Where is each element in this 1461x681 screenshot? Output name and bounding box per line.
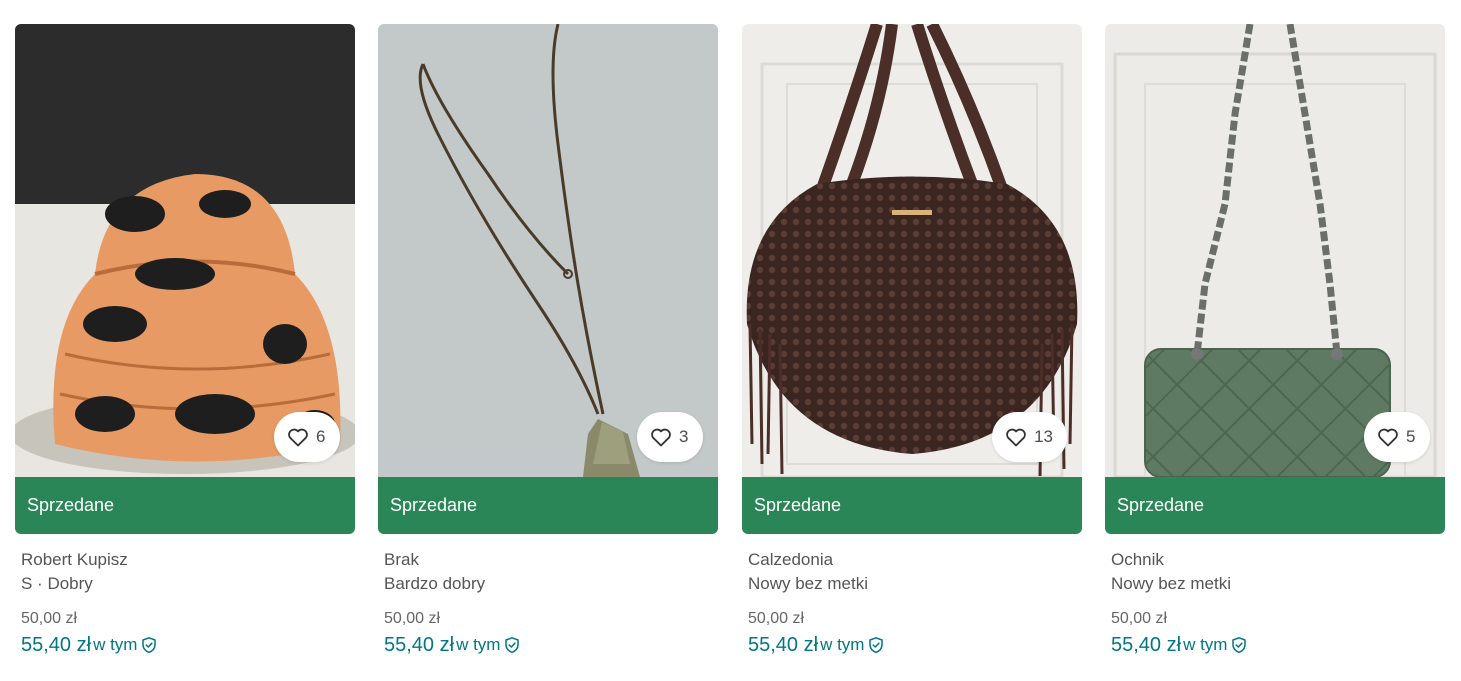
- included-label: w tym: [93, 635, 138, 654]
- shield-check-icon[interactable]: [140, 636, 158, 654]
- item-photo[interactable]: [15, 24, 355, 477]
- bucket-hat-photo: [15, 24, 355, 477]
- item-grid: 6 Sprzedane Robert Kupisz S · Dobry 50,0…: [15, 24, 1446, 664]
- heart-icon: [288, 428, 308, 447]
- necklace-photo: [378, 24, 718, 477]
- macrame-bag-photo: [742, 24, 1082, 477]
- item-details: Bardzo dobry: [384, 574, 486, 593]
- item-card[interactable]: 6 Sprzedane Robert Kupisz S · Dobry 50,0…: [15, 24, 355, 664]
- item-media: 3 Sprzedane: [378, 24, 718, 534]
- included-label: w tym: [820, 635, 865, 654]
- item-brand[interactable]: Calzedonia: [748, 548, 1076, 572]
- heart-icon: [1378, 428, 1398, 447]
- item-brand[interactable]: Brak: [384, 548, 712, 572]
- included-label: w tym: [1183, 635, 1228, 654]
- favourite-count: 5: [1406, 427, 1416, 446]
- shield-check-icon[interactable]: [867, 636, 885, 654]
- item-card[interactable]: 5 Sprzedane Ochnik Nowy bez metki 50,00 …: [1105, 24, 1445, 664]
- item-info: Brak Bardzo dobry 50,00 zł 55,40 zł w ty…: [378, 534, 718, 660]
- item-photo[interactable]: [742, 24, 1082, 477]
- sold-status-bar: Sprzedane: [15, 477, 355, 534]
- total-price: 55,40 zł: [1111, 633, 1182, 656]
- item-card[interactable]: 3 Sprzedane Brak Bardzo dobry 50,00 zł 5…: [378, 24, 718, 664]
- item-photo[interactable]: [1105, 24, 1445, 477]
- item-details: Nowy bez metki: [1111, 574, 1231, 593]
- heart-icon: [651, 428, 671, 447]
- item-media: 13 Sprzedane: [742, 24, 1082, 534]
- item-details: Nowy bez metki: [748, 574, 868, 593]
- favourite-button[interactable]: 6: [274, 412, 340, 462]
- total-price-row[interactable]: 55,40 zł w tym: [384, 630, 712, 660]
- item-info: Robert Kupisz S · Dobry 50,00 zł 55,40 z…: [15, 534, 355, 660]
- total-price: 55,40 zł: [384, 633, 455, 656]
- sold-status-bar: Sprzedane: [1105, 477, 1445, 534]
- item-brand[interactable]: Ochnik: [1111, 548, 1439, 572]
- item-price: 50,00 zł: [748, 610, 805, 627]
- item-card[interactable]: 13 Sprzedane Calzedonia Nowy bez metki 5…: [742, 24, 1082, 664]
- favourite-count: 3: [679, 427, 689, 446]
- favourite-count: 6: [316, 427, 326, 446]
- item-brand[interactable]: Robert Kupisz: [21, 548, 349, 572]
- total-price-row[interactable]: 55,40 zł w tym: [21, 630, 349, 660]
- shield-check-icon[interactable]: [503, 636, 521, 654]
- total-price-row[interactable]: 55,40 zł w tym: [1111, 630, 1439, 660]
- favourite-button[interactable]: 5: [1364, 412, 1430, 462]
- item-price: 50,00 zł: [1111, 610, 1168, 627]
- item-price: 50,00 zł: [21, 610, 78, 627]
- quilted-bag-photo: [1105, 24, 1445, 477]
- item-info: Ochnik Nowy bez metki 50,00 zł 55,40 zł …: [1105, 534, 1445, 660]
- item-details: S · Dobry: [21, 574, 93, 593]
- shield-check-icon[interactable]: [1230, 636, 1248, 654]
- included-label: w tym: [456, 635, 501, 654]
- item-info: Calzedonia Nowy bez metki 50,00 zł 55,40…: [742, 534, 1082, 660]
- total-price-row[interactable]: 55,40 zł w tym: [748, 630, 1076, 660]
- total-price: 55,40 zł: [748, 633, 819, 656]
- heart-icon: [1006, 428, 1026, 447]
- sold-status-bar: Sprzedane: [378, 477, 718, 534]
- favourite-button[interactable]: 3: [637, 412, 703, 462]
- favourite-count: 13: [1034, 427, 1053, 446]
- total-price: 55,40 zł: [21, 633, 92, 656]
- sold-status-bar: Sprzedane: [742, 477, 1082, 534]
- item-media: 6 Sprzedane: [15, 24, 355, 534]
- item-photo[interactable]: [378, 24, 718, 477]
- item-price: 50,00 zł: [384, 610, 441, 627]
- item-media: 5 Sprzedane: [1105, 24, 1445, 534]
- favourite-button[interactable]: 13: [992, 412, 1067, 462]
